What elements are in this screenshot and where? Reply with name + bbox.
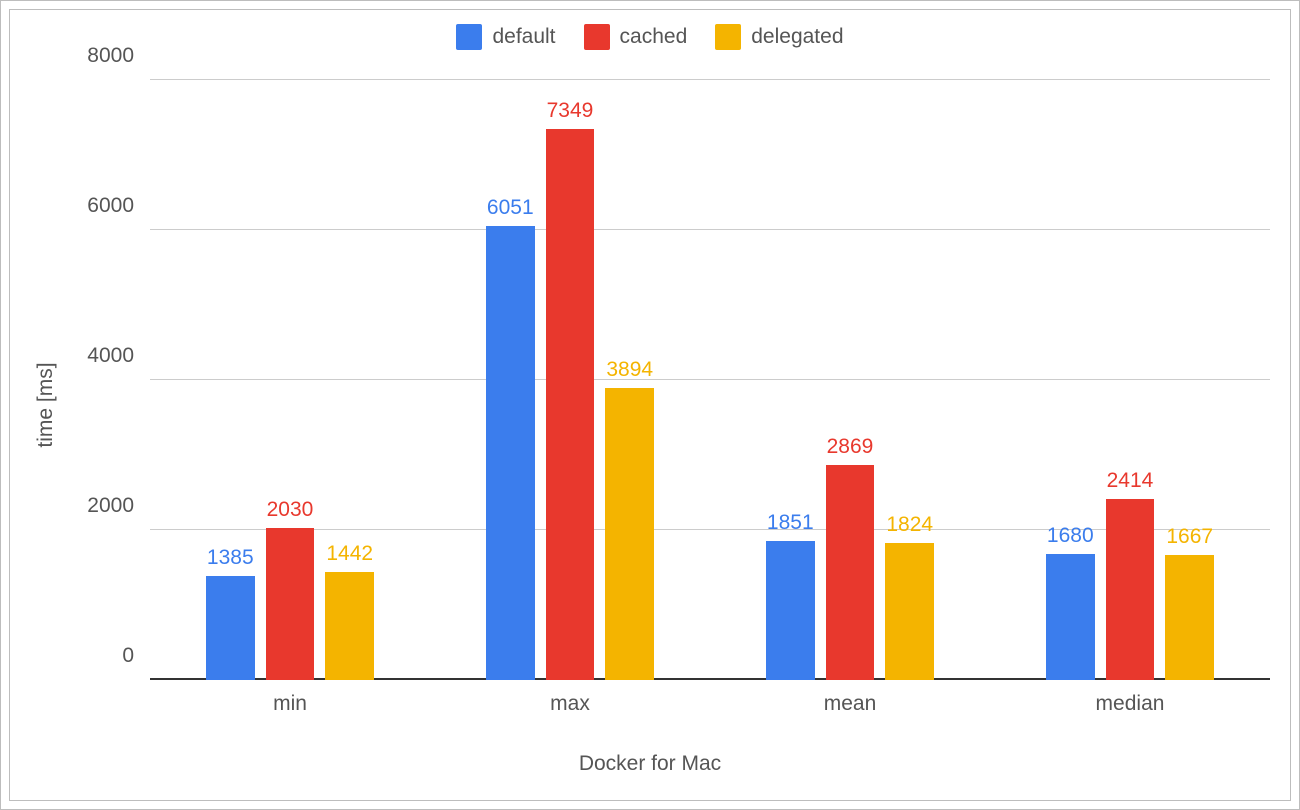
value-label: 2869	[827, 435, 874, 459]
category-label: median	[1096, 692, 1165, 716]
legend-label-cached: cached	[620, 25, 688, 49]
category-group: max605173493894	[430, 80, 710, 680]
y-tick-label: 0	[122, 644, 134, 668]
value-label: 1824	[886, 513, 933, 537]
legend-item-delegated: delegated	[715, 24, 843, 50]
y-tick-label: 8000	[87, 44, 134, 68]
legend: default cached delegated	[10, 24, 1290, 50]
value-label: 2030	[267, 498, 314, 522]
bar: 1824	[885, 543, 934, 680]
bar: 2414	[1106, 499, 1155, 680]
bar: 1385	[206, 576, 255, 680]
legend-label-default: default	[492, 25, 555, 49]
value-label: 1667	[1166, 525, 1213, 549]
y-tick-label: 6000	[87, 194, 134, 218]
bar: 6051	[486, 226, 535, 680]
bar: 1442	[325, 572, 374, 680]
value-label: 1680	[1047, 524, 1094, 548]
bar: 2030	[266, 528, 315, 680]
category-group: median168024141667	[990, 80, 1270, 680]
value-label: 3894	[606, 358, 653, 382]
chart-inner-frame: default cached delegated time [ms] Docke…	[9, 9, 1291, 801]
value-label: 2414	[1107, 469, 1154, 493]
value-label: 6051	[487, 196, 534, 220]
legend-swatch-delegated	[715, 24, 741, 50]
value-label: 7349	[547, 99, 594, 123]
legend-label-delegated: delegated	[751, 25, 843, 49]
plot-area: 02000400060008000min138520301442max60517…	[150, 80, 1270, 680]
bar: 1851	[766, 541, 815, 680]
category-label: mean	[824, 692, 877, 716]
category-group: mean185128691824	[710, 80, 990, 680]
bar: 3894	[605, 388, 654, 680]
category-label: min	[273, 692, 307, 716]
y-tick-label: 2000	[87, 494, 134, 518]
bar: 1667	[1165, 555, 1214, 680]
bar: 7349	[546, 129, 595, 680]
legend-swatch-cached	[584, 24, 610, 50]
category-label: max	[550, 692, 590, 716]
bar: 2869	[826, 465, 875, 680]
y-axis-label: time [ms]	[34, 362, 58, 447]
value-label: 1385	[207, 546, 254, 570]
legend-item-cached: cached	[584, 24, 688, 50]
value-label: 1442	[326, 542, 373, 566]
category-group: min138520301442	[150, 80, 430, 680]
x-axis-label: Docker for Mac	[579, 752, 721, 776]
y-tick-label: 4000	[87, 344, 134, 368]
legend-item-default: default	[456, 24, 555, 50]
chart-outer-frame: default cached delegated time [ms] Docke…	[0, 0, 1300, 810]
bar: 1680	[1046, 554, 1095, 680]
value-label: 1851	[767, 511, 814, 535]
legend-swatch-default	[456, 24, 482, 50]
